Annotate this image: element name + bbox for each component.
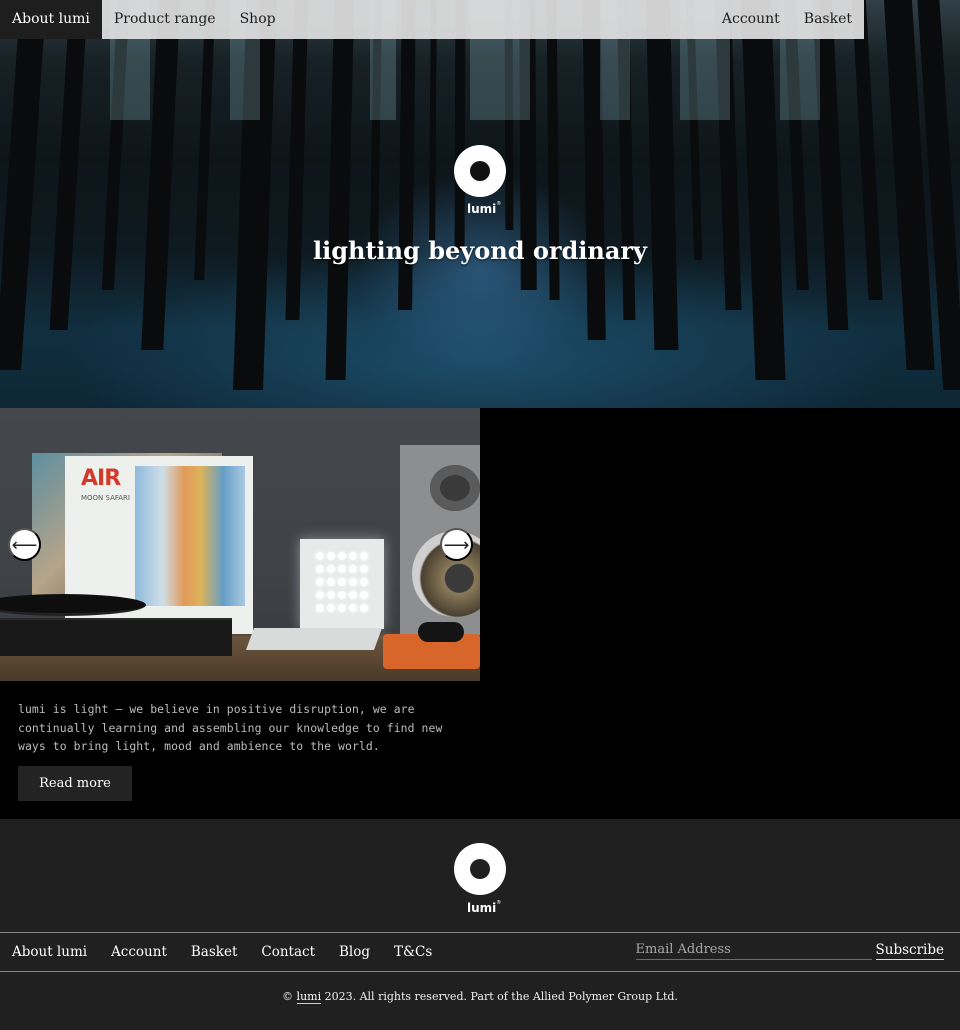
lamp-led xyxy=(327,552,335,560)
logo-wordmark: lumi® xyxy=(467,201,502,216)
lamp-led xyxy=(316,591,324,599)
lamp-led xyxy=(327,591,335,599)
logo-word: lumi xyxy=(467,901,497,915)
about-section: AIR MOON SAFARI ⟵ ⟶ lumi is light — we b… xyxy=(0,408,960,819)
speaker-tweeter xyxy=(430,465,480,511)
nav-about-lumi[interactable]: About lumi xyxy=(0,0,102,39)
tree-trunk xyxy=(285,0,309,320)
copyright-symbol: © xyxy=(282,990,294,1003)
top-navigation: About lumi Product range Shop Account Ba… xyxy=(0,0,864,39)
lamp-led xyxy=(327,565,335,573)
footer-link-basket[interactable]: Basket xyxy=(191,944,238,960)
logo-ring-icon xyxy=(454,843,506,895)
nav-shop[interactable]: Shop xyxy=(228,0,288,39)
lamp-led xyxy=(338,565,346,573)
lamp-led xyxy=(327,604,335,612)
tree-trunk xyxy=(325,0,355,380)
lamp-led xyxy=(360,591,368,599)
footer-link-about-lumi[interactable]: About lumi xyxy=(12,944,87,960)
subscribe-button[interactable]: Subscribe xyxy=(875,942,944,960)
footer-logo-wordmark: lumi® xyxy=(467,900,502,915)
footer-link-blog[interactable]: Blog xyxy=(339,944,370,960)
lamp-base xyxy=(245,628,383,650)
site-footer: lumi® About lumi Account Basket Contact … xyxy=(0,819,960,1030)
nav-product-range[interactable]: Product range xyxy=(102,0,228,39)
copyright-brand-link[interactable]: lumi xyxy=(296,990,322,1004)
registered-mark: ® xyxy=(496,900,502,906)
arrow-left-icon: ⟵ xyxy=(11,534,38,555)
image-slider: AIR MOON SAFARI ⟵ ⟶ xyxy=(0,408,480,681)
lamp-led xyxy=(360,604,368,612)
footer-link-account[interactable]: Account xyxy=(111,944,167,960)
lamp-led xyxy=(338,578,346,586)
lamp-led xyxy=(316,604,324,612)
lamp-led xyxy=(349,591,357,599)
registered-mark: ® xyxy=(496,201,502,207)
hero-title: lighting beyond ordinary xyxy=(313,236,647,265)
lamp-led xyxy=(349,578,357,586)
tree-trunk xyxy=(740,0,786,380)
footer-link-contact[interactable]: Contact xyxy=(261,944,315,960)
arrow-right-icon: ⟶ xyxy=(443,534,470,555)
lamp-led xyxy=(327,578,335,586)
footer-navigation: About lumi Account Basket Contact Blog T… xyxy=(0,932,960,972)
album-artist: AIR xyxy=(81,466,121,491)
tree-trunk xyxy=(49,0,89,330)
lamp-led xyxy=(360,552,368,560)
turntable xyxy=(0,618,232,656)
lamp-led xyxy=(338,604,346,612)
lumi-logo xyxy=(454,145,506,197)
tree-trunk xyxy=(645,0,679,350)
lamp-led xyxy=(360,578,368,586)
lamp-led xyxy=(349,552,357,560)
email-input[interactable] xyxy=(635,940,872,960)
tree-trunk xyxy=(0,0,47,370)
newsletter-form: Subscribe xyxy=(635,940,944,960)
lamp-led xyxy=(338,552,346,560)
hero-banner: lumi® lighting beyond ordinary xyxy=(0,0,960,408)
read-more-button[interactable]: Read more xyxy=(18,766,132,801)
lamp-led xyxy=(316,552,324,560)
nav-account[interactable]: Account xyxy=(710,0,792,39)
lamp-led xyxy=(349,565,357,573)
logo-ring-icon xyxy=(454,145,506,197)
footer-link-terms[interactable]: T&Cs xyxy=(394,944,432,960)
slider-next-button[interactable]: ⟶ xyxy=(440,528,473,561)
footer-lumi-logo xyxy=(454,843,506,895)
copyright-text: 2023. All rights reserved. Part of the A… xyxy=(324,990,678,1003)
lamp-led xyxy=(316,578,324,586)
album-title: MOON SAFARI xyxy=(81,494,130,502)
nav-basket[interactable]: Basket xyxy=(792,0,864,39)
lamp-led xyxy=(360,565,368,573)
album-artwork xyxy=(135,466,245,606)
about-description: lumi is light — we believe in positive d… xyxy=(18,702,443,753)
lamp-led xyxy=(338,591,346,599)
logo-word: lumi xyxy=(467,202,497,216)
copyright-notice: © lumi 2023. All rights reserved. Part o… xyxy=(0,990,960,1004)
lamp-led xyxy=(316,565,324,573)
lamp-led-grid xyxy=(316,552,370,614)
lamp-led xyxy=(349,604,357,612)
slider-prev-button[interactable]: ⟵ xyxy=(8,528,41,561)
headphone-cushion xyxy=(418,622,464,642)
